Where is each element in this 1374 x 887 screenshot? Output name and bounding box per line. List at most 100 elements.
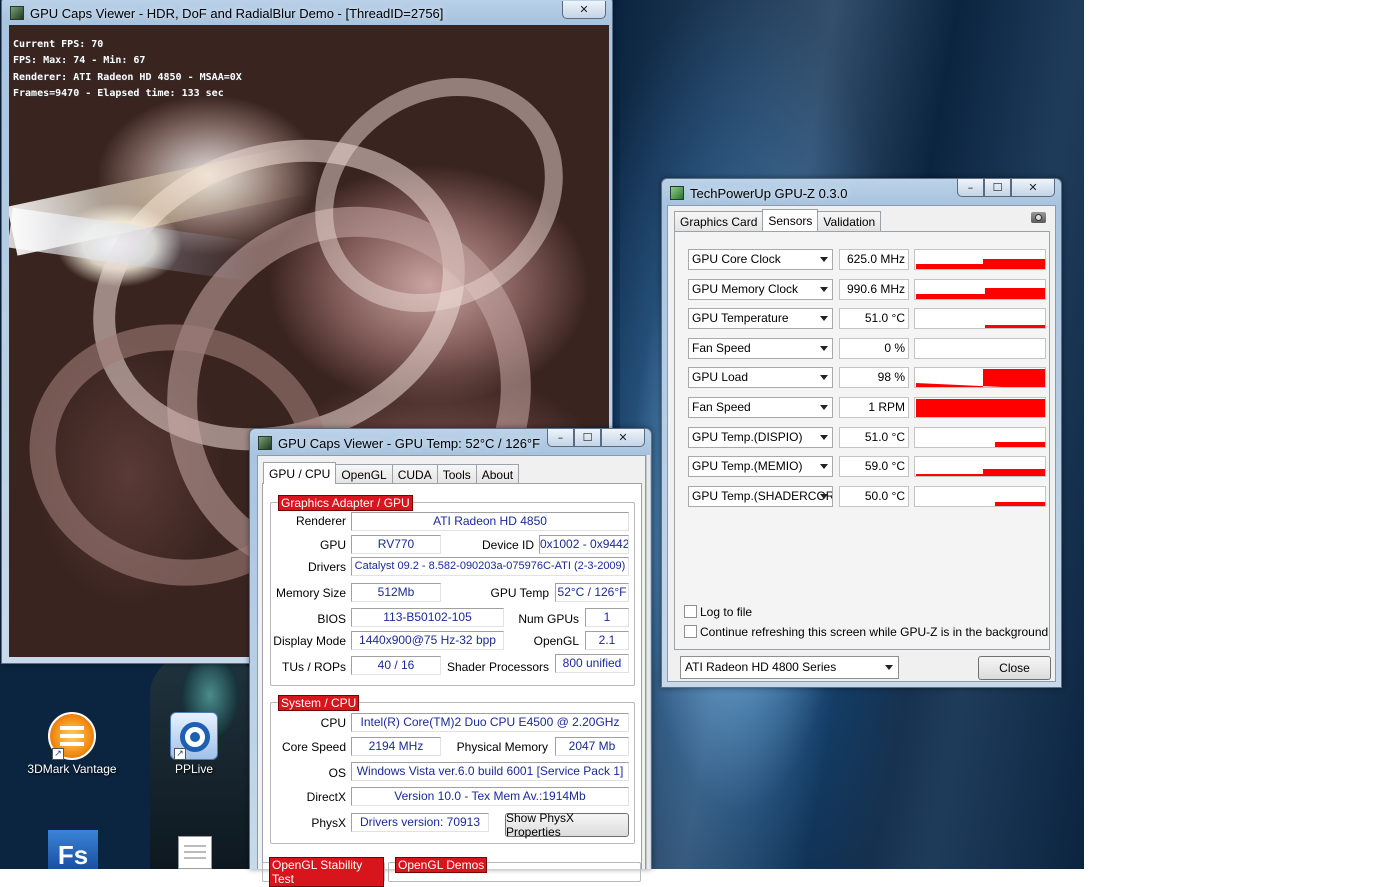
- demos-group-title: OpenGL Demos: [395, 857, 488, 873]
- physical-memory-label: Physical Memory: [456, 740, 548, 754]
- physx-label: PhysX: [311, 816, 346, 830]
- card-select[interactable]: ATI Radeon HD 4800 Series: [680, 656, 899, 679]
- gpuz-tabs: Graphics Card Sensors Validation: [674, 209, 882, 231]
- sensor-graph-plot: [916, 324, 1045, 328]
- gpuz-minimize-button[interactable]: –: [957, 179, 984, 197]
- renderer-value: ATI Radeon HD 4850: [351, 512, 629, 531]
- demo-close-button[interactable]: ✕: [562, 1, 606, 19]
- close-button[interactable]: Close: [978, 656, 1051, 680]
- sensor-select[interactable]: GPU Temp.(DISPIO): [688, 427, 833, 448]
- chevron-down-icon: [820, 464, 828, 469]
- demo-titlebar[interactable]: GPU Caps Viewer - HDR, DoF and RadialBlu…: [2, 0, 612, 27]
- tab-cuda[interactable]: CUDA: [391, 464, 438, 484]
- bios-label: BIOS: [317, 612, 346, 626]
- tab-opengl[interactable]: OpenGL: [335, 464, 393, 484]
- sensor-graph: [914, 427, 1046, 448]
- close-icon: ✕: [1028, 181, 1038, 194]
- close-icon: ✕: [579, 3, 589, 16]
- minimize-icon: –: [557, 431, 564, 444]
- sensor-graph-plot: [916, 502, 1045, 506]
- gpu-temp-label: GPU Temp: [490, 586, 549, 600]
- gpuz-app-icon: [670, 186, 684, 200]
- stability-group-title: OpenGL Stability Test: [269, 857, 384, 887]
- graphics-group-title: Graphics Adapter / GPU: [278, 495, 413, 511]
- shortcut-arrow-icon: ↗: [52, 748, 64, 760]
- sensor-graph-area: [916, 399, 1045, 417]
- physx-value: Drivers version: 70913: [351, 813, 489, 832]
- num-gpus-label: Num GPUs: [518, 612, 579, 626]
- sensor-select[interactable]: GPU Load: [688, 367, 833, 388]
- gpu-label: GPU: [319, 538, 346, 552]
- caps-scrollbar[interactable]: [646, 455, 650, 869]
- fs-app-icon[interactable]: Fs: [48, 830, 98, 869]
- camera-icon[interactable]: [1031, 212, 1046, 223]
- desktop-icon-3dmark[interactable]: ↗ 3DMark Vantage: [22, 712, 122, 776]
- tab-tools[interactable]: Tools: [436, 464, 477, 484]
- cpu-label: CPU: [320, 716, 346, 730]
- shader-processors-label: Shader Processors: [446, 660, 549, 674]
- tab-sensors[interactable]: Sensors: [762, 209, 819, 231]
- bios-value: 113-B50102-105: [351, 608, 504, 627]
- device-id-label: Device ID: [481, 538, 534, 552]
- opengl-demos-group: OpenGL Demos: [388, 857, 641, 882]
- sensor-select[interactable]: GPU Temp.(MEMIO): [688, 456, 833, 477]
- chevron-down-icon: [820, 435, 828, 440]
- sensor-name-label: GPU Temp.(MEMIO): [692, 459, 803, 473]
- sensor-graph-plot: [916, 369, 1045, 387]
- os-value: Windows Vista ver.6.0 build 6001 [Servic…: [351, 762, 629, 781]
- chevron-down-icon: [820, 316, 828, 321]
- desktop-icon-pplive[interactable]: ↗ PPLive: [144, 712, 244, 776]
- sensor-graph: [914, 367, 1046, 388]
- continue-refresh-checkbox[interactable]: [684, 625, 697, 638]
- maximize-icon: ☐: [992, 181, 1003, 194]
- caps-minimize-button[interactable]: –: [547, 429, 574, 447]
- sensor-graph-area: [916, 288, 1045, 299]
- caps-close-button[interactable]: ✕: [601, 429, 645, 447]
- chevron-down-icon: [820, 375, 828, 380]
- document-icon[interactable]: [178, 836, 212, 869]
- cpu-value: Intel(R) Core(TM)2 Duo CPU E4500 @ 2.20G…: [351, 713, 629, 732]
- caps-title: GPU Caps Viewer - GPU Temp: 52°C / 126°F: [278, 435, 541, 451]
- minimize-icon: –: [967, 181, 974, 194]
- opengl-value: 2.1: [585, 631, 629, 650]
- sensor-value: 51.0 °C: [839, 427, 909, 448]
- sensor-select[interactable]: GPU Memory Clock: [688, 279, 833, 300]
- hud-frames: Frames=9470 - Elapsed time: 133 sec: [13, 88, 224, 99]
- sensor-graph-area: [916, 502, 1045, 506]
- display-mode-value: 1440x900@75 Hz-32 bpp: [351, 631, 504, 650]
- sensor-graph-plot: [916, 442, 1045, 447]
- sensor-select[interactable]: Fan Speed: [688, 397, 833, 418]
- tab-about[interactable]: About: [475, 464, 520, 484]
- log-to-file-label: Log to file: [700, 605, 753, 619]
- tus-rops-value: 40 / 16: [351, 656, 441, 675]
- sensor-value: 990.6 MHz: [839, 279, 909, 300]
- opengl-label: OpenGL: [533, 634, 579, 648]
- sensor-value: 50.0 °C: [839, 486, 909, 507]
- sensor-select[interactable]: GPU Core Clock: [688, 249, 833, 270]
- directx-label: DirectX: [306, 790, 346, 804]
- system-group-title: System / CPU: [278, 695, 360, 711]
- log-to-file-checkbox[interactable]: [684, 605, 697, 618]
- sensor-graph-area: [916, 442, 1045, 447]
- card-select-value: ATI Radeon HD 4800 Series: [685, 660, 837, 674]
- sensor-graph-area: [916, 369, 1045, 387]
- gpuz-maximize-button[interactable]: ☐: [984, 179, 1011, 197]
- sensor-name-label: GPU Core Clock: [692, 252, 781, 266]
- sensor-select[interactable]: GPU Temperature: [688, 308, 833, 329]
- app-icon: [10, 6, 24, 20]
- sensor-select[interactable]: GPU Temp.(SHADERCORE): [688, 486, 833, 507]
- sensor-value: 98 %: [839, 367, 909, 388]
- tab-validation[interactable]: Validation: [817, 211, 882, 231]
- caps-maximize-button[interactable]: ☐: [574, 429, 601, 447]
- gpuz-close-button[interactable]: ✕: [1011, 179, 1055, 197]
- sensor-value: 51.0 °C: [839, 308, 909, 329]
- show-physx-properties-button[interactable]: Show PhysX Properties: [505, 811, 629, 839]
- sensor-name-label: Fan Speed: [692, 341, 751, 355]
- chevron-down-icon: [885, 665, 893, 670]
- sensor-graph: [914, 249, 1046, 270]
- sensor-name-label: GPU Memory Clock: [692, 282, 799, 296]
- physical-memory-value: 2047 Mb: [555, 737, 629, 756]
- sensor-select[interactable]: Fan Speed: [688, 338, 833, 359]
- tab-gpu-cpu[interactable]: GPU / CPU: [263, 462, 337, 484]
- tab-graphics-card[interactable]: Graphics Card: [674, 211, 764, 231]
